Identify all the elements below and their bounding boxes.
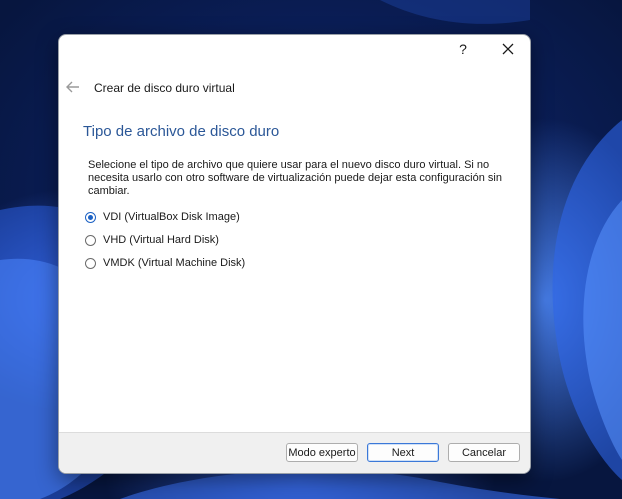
radio-button[interactable] — [85, 257, 96, 269]
create-virtual-disk-dialog: ? Crear de disco duro virtual Tipo de ar… — [58, 34, 531, 474]
radio-option-label: VDI (VirtualBox Disk Image) — [103, 211, 240, 223]
radio-button-checked[interactable] — [85, 211, 96, 223]
dialog-footer: Modo experto Next Cancelar — [59, 432, 530, 473]
title-bar: ? — [59, 35, 530, 63]
arrow-left-icon[interactable] — [64, 79, 82, 95]
radio-option-vdi[interactable]: VDI (VirtualBox Disk Image) — [85, 209, 240, 225]
next-button[interactable]: Next — [367, 443, 439, 462]
radio-option-vmdk[interactable]: VMDK (Virtual Machine Disk) — [85, 255, 245, 271]
radio-option-label: VMDK (Virtual Machine Disk) — [103, 257, 246, 269]
radio-option-label: VHD (Virtual Hard Disk) — [103, 234, 219, 246]
page-heading: Tipo de archivo de disco duro — [83, 123, 280, 140]
cancel-button[interactable]: Cancelar — [448, 443, 520, 462]
wizard-title: Crear de disco duro virtual — [94, 81, 235, 95]
radio-button[interactable] — [85, 234, 96, 246]
expert-mode-button[interactable]: Modo experto — [286, 443, 358, 462]
close-button[interactable] — [490, 37, 526, 61]
radio-option-vhd[interactable]: VHD (Virtual Hard Disk) — [85, 232, 219, 248]
page-description: Selecione el tipo de archivo que quiere … — [88, 159, 502, 197]
help-button[interactable]: ? — [445, 37, 481, 61]
close-icon — [502, 43, 514, 55]
